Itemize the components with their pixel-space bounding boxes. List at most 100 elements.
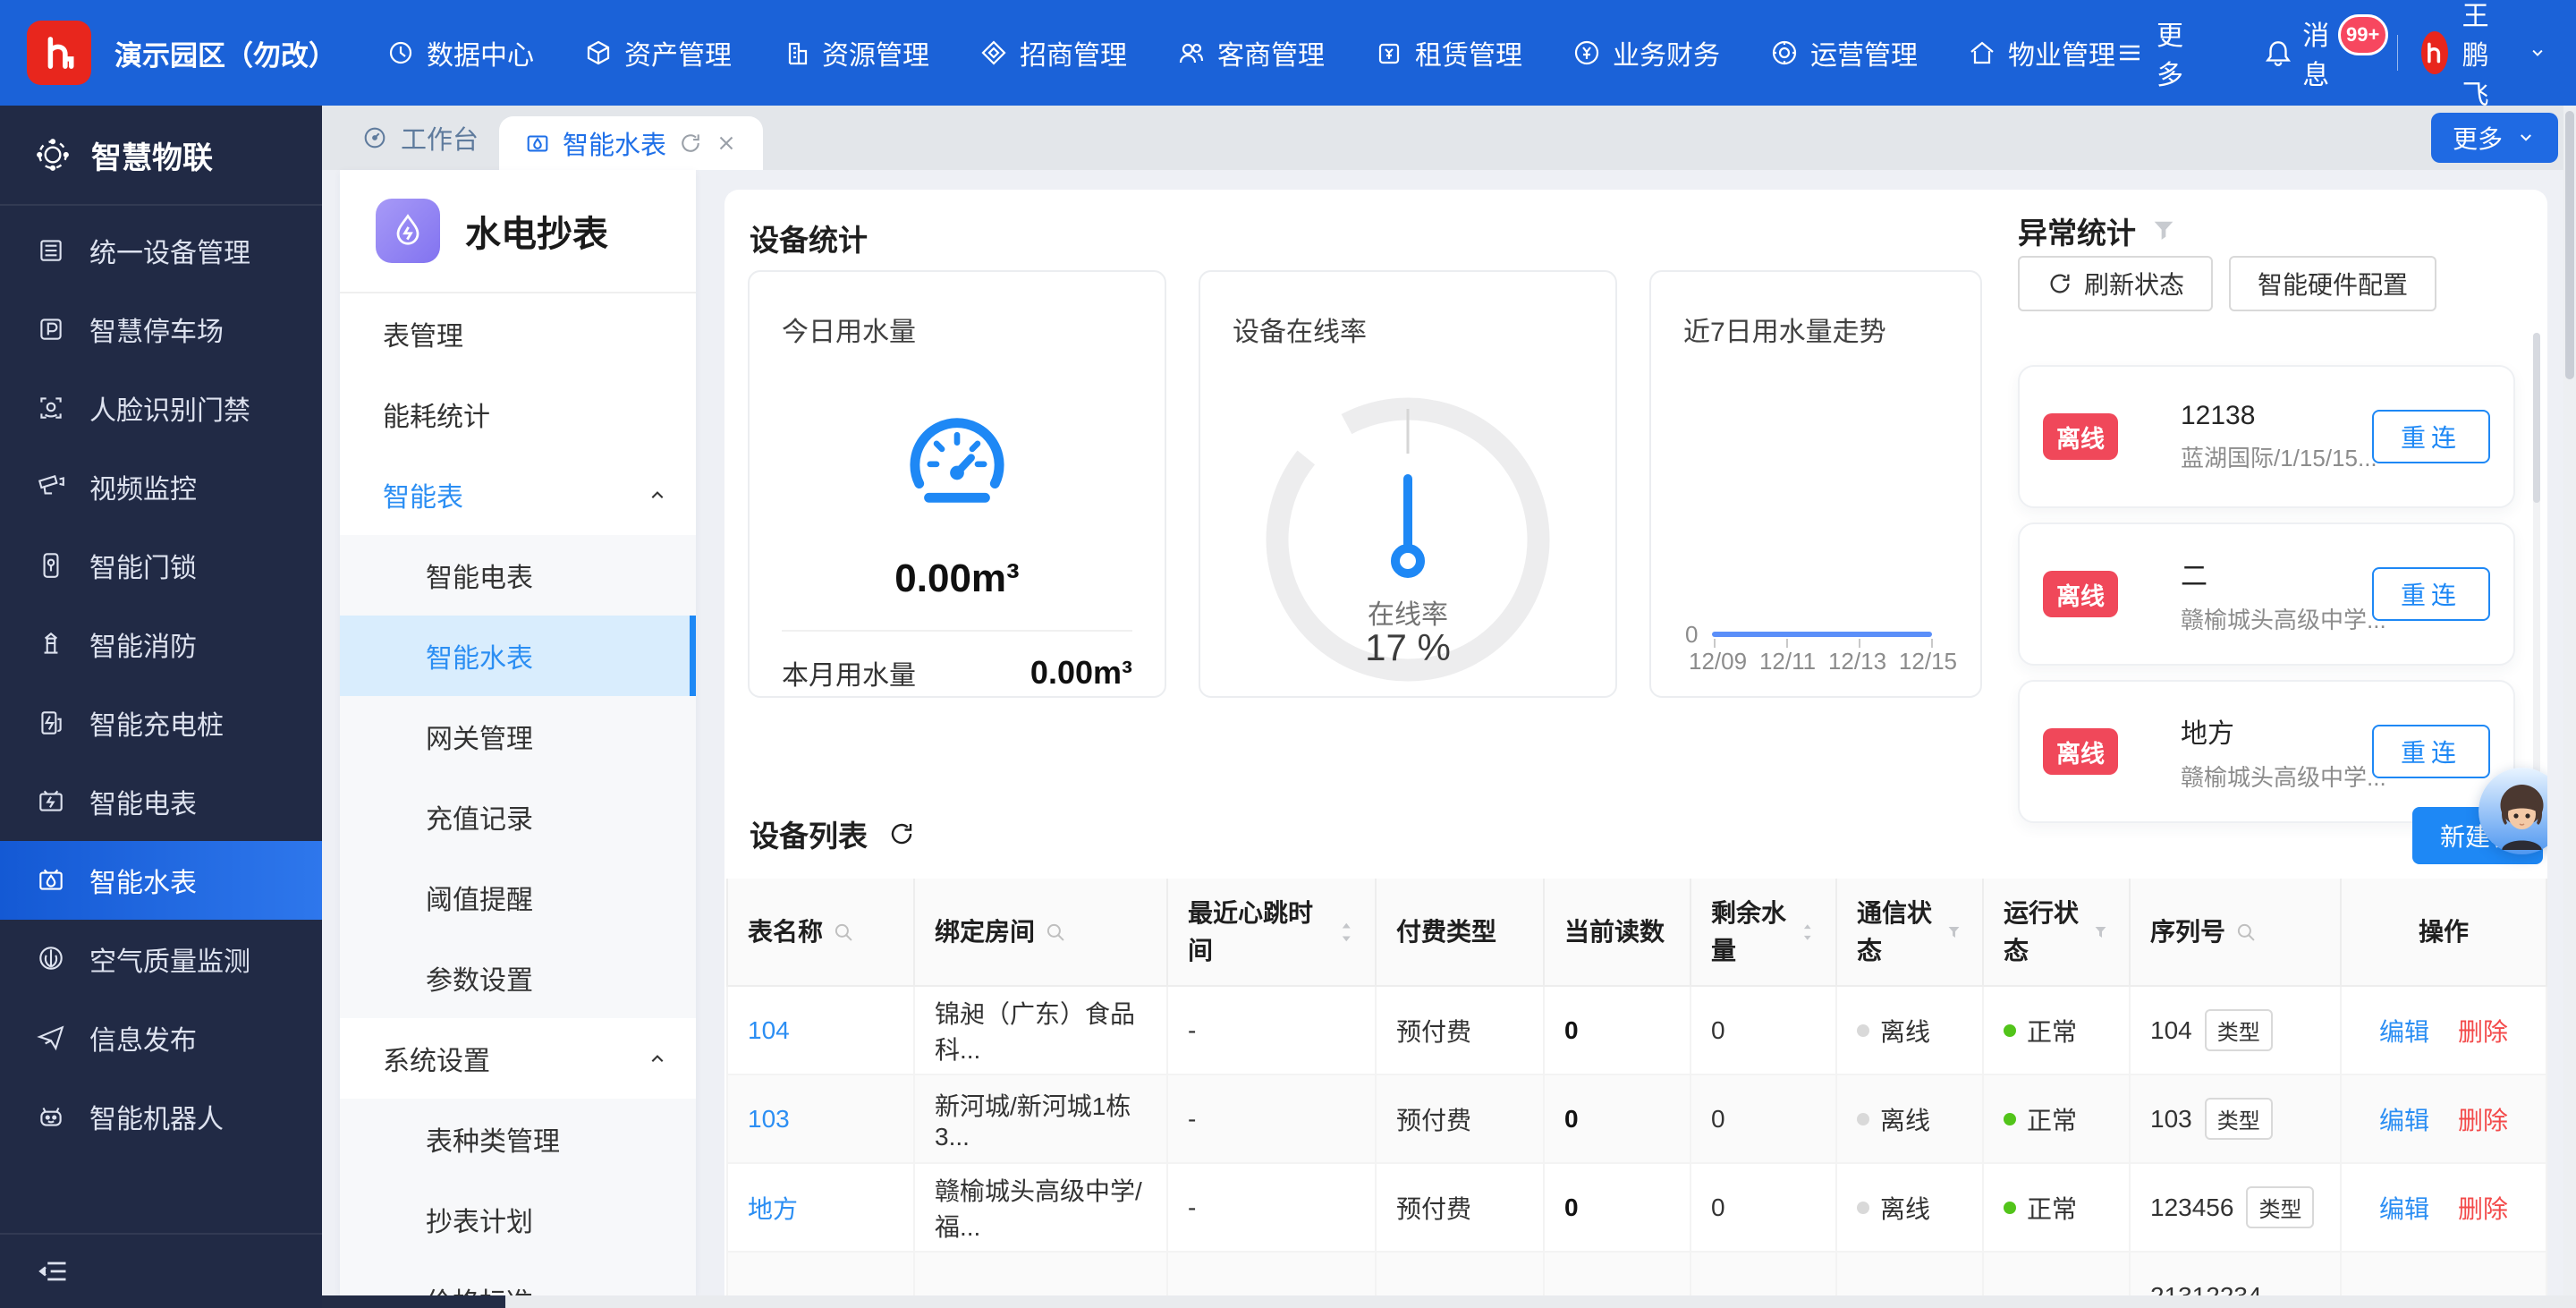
col-serial[interactable]: 序列号 [2130,879,2341,986]
nav-label: 资产管理 [624,33,732,72]
sidebar-item-parking[interactable]: 智慧停车场 [0,290,322,369]
cctv-icon [36,471,66,502]
col-meter-name[interactable]: 表名称 [727,879,914,986]
edit-button[interactable]: 编辑 [2379,1101,2429,1137]
tabs-more-button[interactable]: 更多 [2431,113,2558,163]
edit-button[interactable]: 编辑 [2379,1190,2429,1226]
card-title: 近7日用水量走势 [1683,310,1886,349]
col-bound-room[interactable]: 绑定房间 [914,879,1167,986]
delete-button[interactable]: 删除 [2458,1101,2508,1137]
delete-button[interactable]: 删除 [2458,1013,2508,1049]
delete-button[interactable]: 删除 [2458,1190,2508,1226]
refresh-icon[interactable] [887,820,916,848]
sidebar-item-fire[interactable]: 智能消防 [0,605,322,684]
col-comm-status[interactable]: 通信状态 [1836,879,1983,986]
card-title: 设备在线率 [1233,310,1367,349]
scrollbar-thumb[interactable] [2533,333,2540,503]
nav-item-property[interactable]: 物业管理 [1968,33,2115,72]
user-menu[interactable]: 王鹏飞 [2421,0,2549,112]
top-navbar: 演示园区（勿改） 数据中心 资产管理 资源管理 招商管理 客商管理 [0,0,2576,106]
menu-item-electric-meter[interactable]: 智能电表 [340,535,696,616]
trend-x-axis-labels: 12/09 12/11 12/13 12/15 [1689,648,1957,675]
refresh-status-button[interactable]: 刷新状态 [2018,256,2213,311]
sidebar-item-cctv[interactable]: 视频监控 [0,447,322,526]
menu-item-water-meter[interactable]: 智能水表 [340,616,696,696]
vertical-scrollbar[interactable] [2563,106,2576,1295]
nav-label: 数据中心 [427,33,534,72]
col-last-heartbeat[interactable]: 最近心跳时间 [1167,879,1376,986]
menu-item-recharge-records[interactable]: 充值记录 [340,777,696,857]
reconnect-button[interactable]: 重连 [2372,410,2490,463]
sidebar-item-robot[interactable]: 智能机器人 [0,1077,322,1156]
nav-label: 资源管理 [822,33,929,72]
sidebar-item-broadcast[interactable]: 信息发布 [0,998,322,1077]
device-name: 地方 [2181,711,2372,751]
abnormal-list-scrollbar[interactable] [2533,333,2540,834]
nav-item-operation[interactable]: 运营管理 [1770,33,1918,72]
nav-item-data-center[interactable]: 数据中心 [386,33,534,72]
sidebar-header: 智慧物联 [0,106,322,206]
chevron-up-icon [646,483,669,506]
refresh-icon[interactable] [678,131,703,156]
x-tick-label: 12/13 [1828,648,1886,675]
nav-item-merchant[interactable]: 客商管理 [1177,33,1325,72]
menu-item-gateway[interactable]: 网关管理 [340,696,696,777]
filter-icon [2092,922,2109,943]
sidebar-item-door-lock[interactable]: 智能门锁 [0,526,322,605]
meter-name-link[interactable]: 103 [748,1105,790,1133]
menu-item-threshold-alerts[interactable]: 阈值提醒 [340,857,696,938]
brand-logo-icon[interactable] [27,21,91,85]
data-center-icon [386,38,415,67]
col-remaining-water[interactable]: 剩余水量 [1690,879,1836,986]
menu-group-system-settings[interactable]: 系统设置 [340,1018,696,1099]
nav-item-resource[interactable]: 资源管理 [782,33,929,72]
tab-smart-water-meter[interactable]: 智能水表 [499,116,763,170]
electric-meter-icon [36,786,66,817]
sidebar-item-device-management[interactable]: 统一设备管理 [0,211,322,290]
room-cell: 锦昶（广东）食品科... [935,1000,1135,1064]
sidebar-item-face-access[interactable]: 人脸识别门禁 [0,369,322,447]
table-header-row: 表名称 绑定房间 最近心跳时间 付费类型 当前读数 剩余水量 通信状态 运行状态… [727,879,2546,986]
meter-name-link[interactable]: 104 [748,1016,790,1044]
tab-workbench[interactable]: 工作台 [342,106,498,170]
reconnect-button[interactable]: 重连 [2372,725,2490,778]
main-content-card: 设备统计 今日用水量 0.00m³ [724,190,2547,1295]
horizontal-scrollbar[interactable] [322,1295,2576,1308]
sidebar-item-electric-meter[interactable]: 智能电表 [0,762,322,841]
tab-strip: 工作台 智能水表 更多 [322,106,2576,170]
nav-item-asset[interactable]: 资产管理 [584,33,732,72]
sidebar-item-charging[interactable]: 智能充电桩 [0,684,322,762]
nav-item-finance[interactable]: 业务财务 [1572,33,1720,72]
menu-item-meter-management[interactable]: 表管理 [340,293,696,374]
close-icon[interactable] [715,132,738,155]
sidebar-collapse-button[interactable] [0,1233,322,1308]
menu-item-parameter-settings[interactable]: 参数设置 [340,938,696,1018]
reconnect-button[interactable]: 重连 [2372,567,2490,621]
refresh-icon [2046,270,2073,297]
sidebar-item-water-meter[interactable]: 智能水表 [0,841,322,920]
type-tag[interactable]: 类型 [2246,1186,2314,1228]
hardware-config-button[interactable]: 智能硬件配置 [2229,256,2436,311]
menu-item-reading-plan[interactable]: 抄表计划 [340,1179,696,1260]
scrollbar-thumb[interactable] [2565,111,2574,379]
edit-button[interactable]: 编辑 [2379,1013,2429,1049]
sidebar-item-air-quality[interactable]: 空气质量监测 [0,920,322,998]
col-run-status[interactable]: 运行状态 [1983,879,2130,986]
tab-label: 工作台 [401,119,479,157]
messages-button[interactable]: 消息 99+ [2263,13,2387,92]
menu-item-meter-types[interactable]: 表种类管理 [340,1099,696,1179]
scrollbar-thumb[interactable] [322,1295,505,1308]
menu-item-price-standard[interactable]: 价格标准 [340,1260,696,1295]
meter-name-link[interactable]: 地方 [748,1195,798,1223]
menu-item-energy-stats[interactable]: 能耗统计 [340,374,696,454]
menu-group-smart-meter[interactable]: 智能表 [340,454,696,535]
sidebar-item-label: 空气质量监测 [89,939,250,979]
today-water-usage-card: 今日用水量 0.00m³ 本月用水量 0. [748,270,1166,698]
type-tag[interactable]: 类型 [2205,1098,2273,1140]
nav-item-investment[interactable]: 招商管理 [979,33,1127,72]
type-tag[interactable]: 类型 [2205,1009,2273,1051]
investment-icon [979,38,1008,67]
filter-icon[interactable] [2150,217,2177,244]
nav-more-button[interactable]: 更多 [2115,13,2184,92]
nav-item-lease[interactable]: 租赁管理 [1375,33,1522,72]
